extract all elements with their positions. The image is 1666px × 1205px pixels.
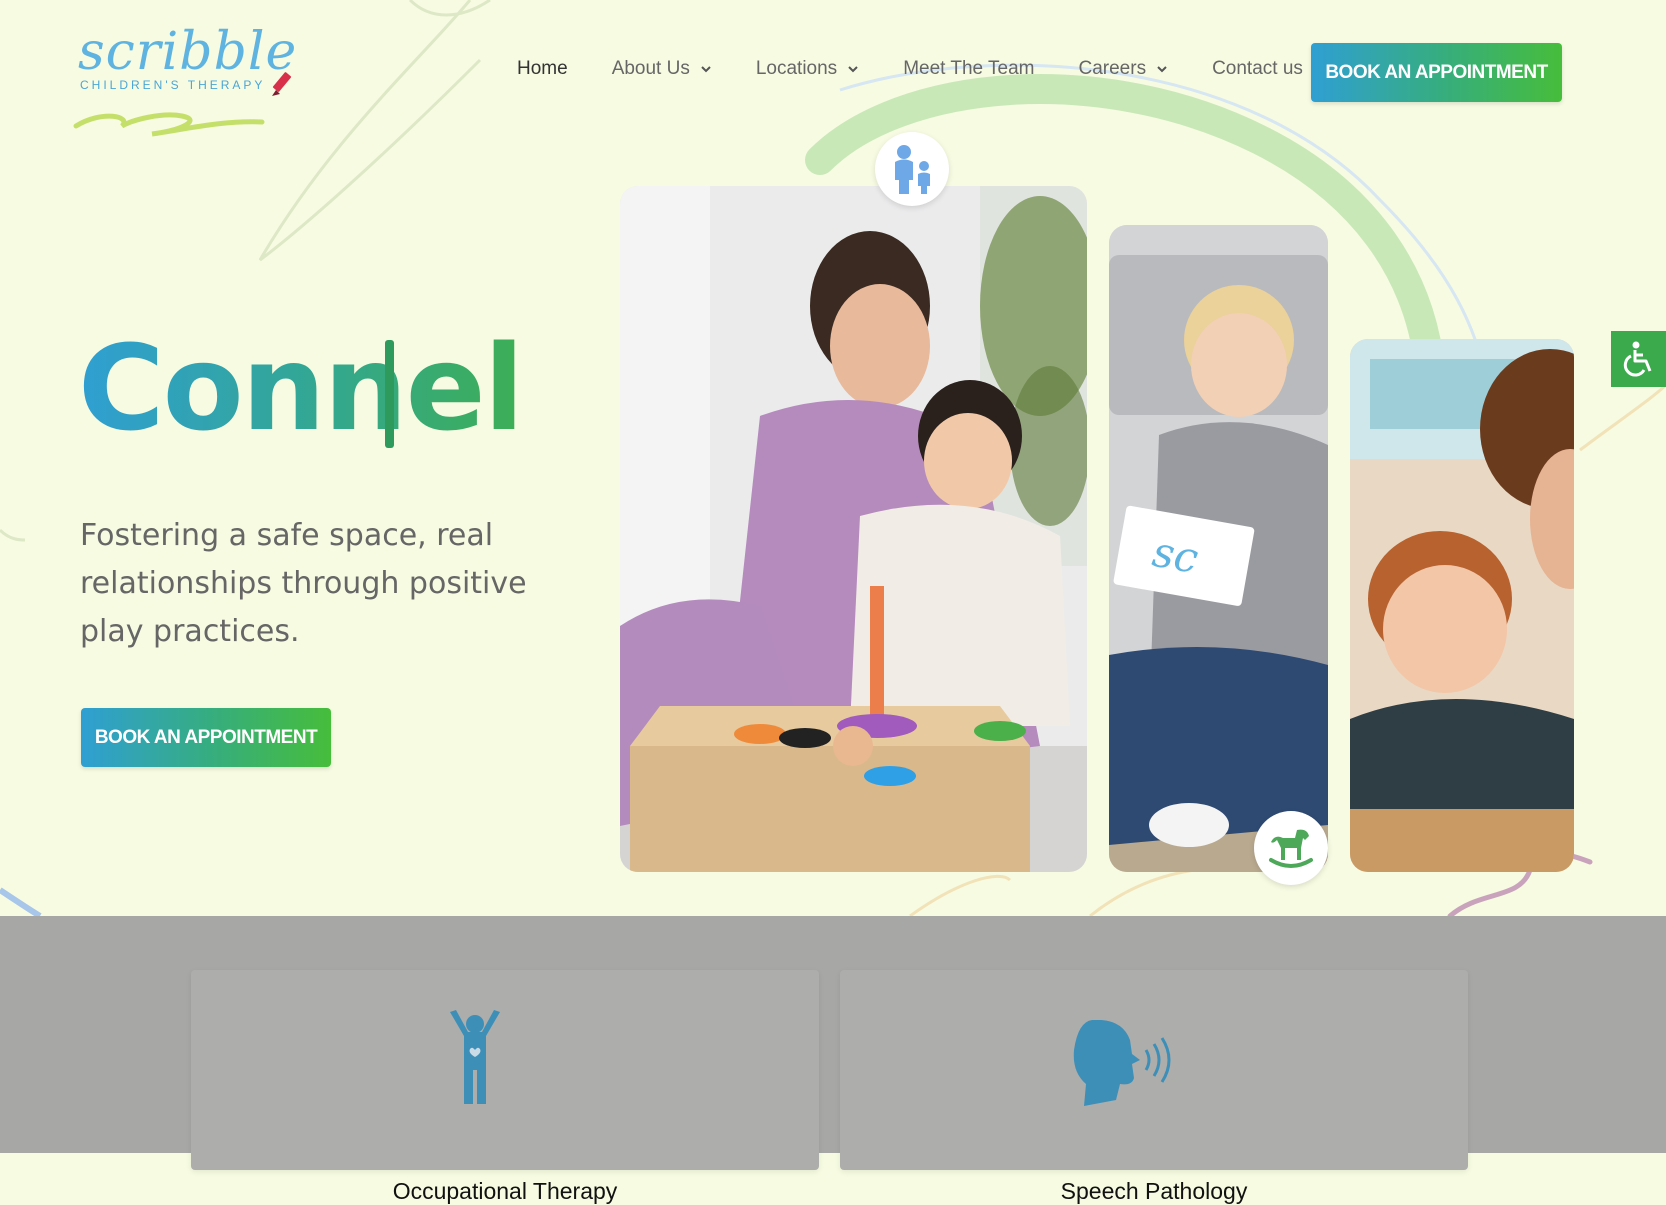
logo[interactable]: scribble CHILDREN'S THERAPY <box>72 20 302 137</box>
photo-illustration <box>620 186 1087 872</box>
hero-section: scribble CHILDREN'S THERAPY Home About U… <box>0 0 1666 916</box>
nav-label: Meet The Team <box>903 58 1035 79</box>
chevron-down-icon <box>1157 66 1167 73</box>
chevron-down-icon <box>848 66 858 73</box>
nav-item-locations[interactable]: Locations <box>756 58 859 80</box>
typing-caret <box>385 340 394 448</box>
nav-label: About Us <box>611 58 690 79</box>
nav-item-meet-the-team[interactable]: Meet The Team <box>903 58 1034 80</box>
logo-squiggle <box>73 112 265 137</box>
hero-headline: Connel <box>78 319 524 457</box>
chevron-down-icon <box>701 66 711 73</box>
photo-therapist-with-child <box>620 186 1087 872</box>
nav-item-careers[interactable]: Careers <box>1079 58 1169 80</box>
speaking-head-icon <box>1073 1020 1171 1106</box>
nav-label: Contact us <box>1212 58 1303 79</box>
nav-item-about-us[interactable]: About Us <box>612 58 712 80</box>
hero-subtitle: Fostering a safe space, real relationshi… <box>80 518 527 649</box>
hero-book-appointment-button[interactable]: BOOK AN APPOINTMENT <box>81 708 331 767</box>
rocking-horse-icon <box>1269 829 1313 868</box>
service-title: Occupational Therapy <box>392 1178 618 1204</box>
nav-item-contact-us[interactable]: Contact us <box>1212 58 1303 80</box>
nav-label: Careers <box>1078 58 1147 79</box>
nav-label: Home <box>517 58 568 79</box>
nav-item-home[interactable]: Home <box>517 58 568 80</box>
family-icon <box>895 145 930 194</box>
nav-label: Locations <box>755 58 838 79</box>
photo-boy-with-card: sc <box>1109 225 1328 872</box>
family-icon-badge <box>875 132 949 206</box>
accessibility-button[interactable] <box>1611 331 1666 387</box>
wheelchair-icon <box>1623 341 1651 377</box>
logo-wordmark: scribble <box>78 22 298 82</box>
service-title: Speech Pathology <box>1060 1178 1248 1204</box>
main-nav: Home About Us Locations Meet The Team Ca… <box>517 58 1347 80</box>
card-text: sc <box>1149 527 1202 583</box>
pencil-icon <box>272 72 292 96</box>
book-appointment-button[interactable]: BOOK AN APPOINTMENT <box>1311 43 1562 102</box>
photo-child-smiling <box>1350 339 1574 872</box>
service-card-speech-pathology[interactable]: Speech Pathology <box>840 970 1468 1204</box>
services-section: Occupational Therapy Speech Pathology <box>0 916 1666 1204</box>
service-card-occupational-therapy[interactable]: Occupational Therapy <box>191 970 819 1204</box>
rocking-horse-icon-badge <box>1254 811 1328 885</box>
photo-illustration: sc <box>1109 225 1328 872</box>
photo-illustration <box>1350 339 1574 872</box>
person-raised-arms-icon <box>450 1010 500 1104</box>
